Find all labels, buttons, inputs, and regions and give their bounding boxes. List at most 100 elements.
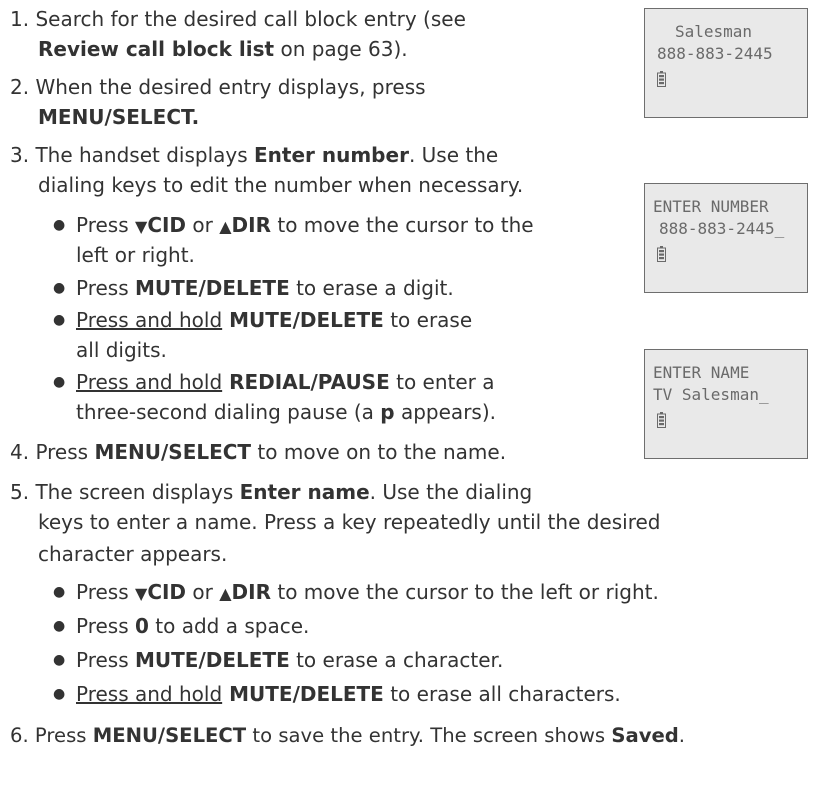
dir-key-label: DIR: [231, 213, 271, 237]
lcd-screen-call-block-entry: Salesman 888-883-2445: [644, 8, 808, 118]
bullet-text: to erase a digit.: [289, 276, 454, 300]
step-5-bullet-3: ● Press MUTE/DELETE to erase a character.: [53, 645, 504, 675]
step-1-line-1: 1. Search for the desired call block ent…: [10, 4, 466, 34]
step-1-line-2: Review call block list on page 63).: [38, 34, 408, 64]
step-1-text: 1. Search for the desired call block ent…: [10, 7, 466, 31]
battery-icon: [657, 71, 666, 87]
step-6-text: 6. Press: [10, 724, 93, 747]
mute-delete-key-label: MUTE/DELETE: [222, 682, 384, 706]
reference-link-text: Review call block list: [38, 37, 275, 61]
step-5-text-2: . Use the dialing: [369, 480, 533, 504]
bullet-text: Press: [76, 276, 135, 300]
menu-select-key-label: MENU/SELECT: [92, 724, 247, 747]
bullet-text: Press: [76, 580, 135, 604]
step-3-text: 3. The handset displays: [10, 143, 255, 167]
step-5-line-3: character appears.: [38, 539, 227, 569]
step-4-text-2: to move on to the name.: [251, 440, 507, 464]
step-5-bullet-2: ● Press 0 to add a space.: [53, 611, 310, 641]
bullet-text: three-second dialing pause (a: [76, 400, 381, 424]
pause-symbol-text: p: [380, 400, 395, 424]
step-2-line-1: 2. When the desired entry displays, pres…: [10, 72, 426, 102]
bullet-icon: ●: [53, 618, 66, 634]
step-3-bullet-4: ● Press and hold REDIAL/PAUSE to enter a: [53, 367, 495, 397]
step-3-bullet-3: ● Press and hold MUTE/DELETE to erase: [53, 305, 473, 335]
step-5-bullet-4: ● Press and hold MUTE/DELETE to erase all…: [53, 679, 621, 709]
step-3-bullet-3-cont: all digits.: [76, 335, 167, 365]
bullet-text: all digits.: [76, 338, 167, 362]
mute-delete-key-label: MUTE/DELETE: [222, 308, 384, 332]
press-and-hold-text: Press and hold: [76, 682, 223, 706]
menu-select-key-label: MENU/SELECT: [94, 440, 252, 464]
bullet-icon: ●: [53, 686, 66, 702]
step-5-text-3: keys to enter a name. Press a key repeat…: [38, 510, 661, 534]
lcd-title-text: ENTER NUMBER: [653, 197, 769, 216]
step-3-line-1: 3. The handset displays Enter number. Us…: [10, 140, 498, 170]
saved-label: Saved: [611, 724, 679, 747]
up-triangle-icon: ▲: [219, 217, 232, 236]
step-3-text-2: . Use the: [408, 143, 499, 167]
battery-icon: [657, 246, 666, 262]
lcd-number-text: 888-883-2445_: [659, 219, 785, 238]
bullet-text: to erase a character.: [289, 648, 504, 672]
step-3-text-3: dialing keys to edit the number when nec…: [38, 173, 524, 197]
down-triangle-icon: ▼: [135, 217, 148, 236]
enter-name-label: Enter name: [239, 480, 370, 504]
dir-key-label: DIR: [231, 580, 271, 604]
bullet-text: or: [186, 580, 220, 604]
step-6-text-3: .: [678, 724, 686, 747]
lcd-screen-enter-number: ENTER NUMBER 888-883-2445_: [644, 183, 808, 293]
step-5-bullet-1: ● Press ▼CID or ▲DIR to move the cursor t…: [53, 577, 659, 609]
bullet-icon: ●: [53, 374, 66, 390]
down-triangle-icon: ▼: [135, 584, 148, 603]
step-2-text: 2. When the desired entry displays, pres…: [10, 75, 426, 99]
mute-delete-key-label: MUTE/DELETE: [135, 276, 290, 300]
step-4-line: 4. Press MENU/SELECT to move on to the n…: [10, 437, 506, 467]
step-3-line-2: dialing keys to edit the number when nec…: [38, 170, 523, 200]
step-5-text-4: character appears.: [38, 542, 228, 566]
step-2-line-2: MENU/SELECT.: [38, 102, 199, 132]
bullet-icon: ●: [53, 584, 66, 600]
lcd-title-text: ENTER NAME: [653, 363, 750, 382]
step-1-text-rest: on page 63).: [274, 37, 408, 61]
bullet-text: to add a space.: [148, 614, 310, 638]
up-triangle-icon: ▲: [219, 584, 232, 603]
press-and-hold-text: Press and hold: [76, 370, 223, 394]
menu-select-key-label: MENU/SELECT.: [38, 105, 200, 129]
bullet-text: Press: [76, 648, 135, 672]
cid-key-label: CID: [147, 213, 187, 237]
bullet-text: to enter a: [389, 370, 495, 394]
battery-icon: [657, 412, 666, 428]
bullet-icon: ●: [53, 652, 66, 668]
lcd-screen-enter-name: ENTER NAME TV Salesman_: [644, 349, 808, 459]
cid-key-label: CID: [147, 580, 187, 604]
mute-delete-key-label: MUTE/DELETE: [135, 648, 290, 672]
step-5-text: 5. The screen displays: [10, 480, 240, 504]
enter-number-label: Enter number: [254, 143, 409, 167]
step-5-line-2: keys to enter a name. Press a key repeat…: [38, 507, 661, 537]
bullet-text: left or right.: [76, 243, 195, 267]
bullet-icon: ●: [53, 217, 66, 233]
bullet-icon: ●: [53, 280, 66, 296]
bullet-text: appears).: [394, 400, 496, 424]
manual-page: 1. Search for the desired call block ent…: [0, 0, 820, 801]
step-4-text: 4. Press: [10, 440, 95, 464]
zero-key-label: 0: [135, 614, 149, 638]
lcd-name-text: TV Salesman_: [653, 385, 769, 404]
bullet-text: to move the cursor to the: [271, 213, 534, 237]
bullet-text: to move the cursor to the left or right.: [271, 580, 659, 604]
step-3-bullet-1-cont: left or right.: [76, 240, 195, 270]
bullet-text: to erase: [383, 308, 473, 332]
bullet-icon: ●: [53, 312, 66, 328]
bullet-text: Press: [76, 614, 135, 638]
bullet-text: to erase all characters.: [383, 682, 621, 706]
step-3-bullet-2: ● Press MUTE/DELETE to erase a digit.: [53, 273, 454, 303]
step-6-line: 6. Press MENU/SELECT to save the entry. …: [10, 721, 685, 751]
step-5-line-1: 5. The screen displays Enter name. Use t…: [10, 477, 532, 507]
bullet-text: Press: [76, 213, 135, 237]
step-3-bullet-4-cont: three-second dialing pause (a p appears)…: [76, 397, 496, 427]
lcd-name-text: Salesman: [675, 22, 753, 41]
lcd-number-text: 888-883-2445: [657, 44, 773, 63]
bullet-text: or: [186, 213, 220, 237]
step-6-text-2: to save the entry. The screen shows: [246, 724, 612, 747]
step-3-bullet-1: ● Press ▼CID or ▲DIR to move the cursor t…: [53, 210, 534, 242]
